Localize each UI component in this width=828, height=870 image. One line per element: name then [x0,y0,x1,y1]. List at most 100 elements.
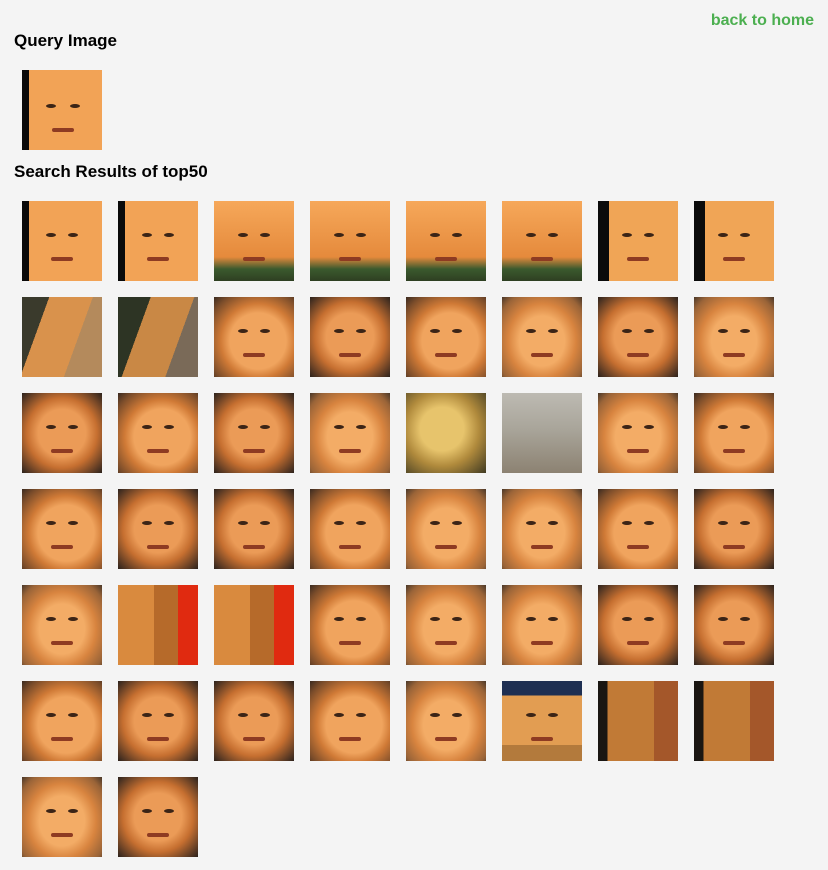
result-thumbnail[interactable] [694,393,774,473]
face-eye [260,521,270,525]
face-eye [452,329,462,333]
face-mouth [147,449,169,453]
face-eye [740,233,750,237]
result-thumbnail[interactable] [118,585,198,665]
result-thumbnail[interactable] [214,585,294,665]
face-eye [430,521,440,525]
result-thumbnail[interactable] [22,489,102,569]
result-thumbnail[interactable] [406,585,486,665]
search-results-heading: Search Results of top50 [14,162,208,181]
face-eye [46,425,56,429]
face-eye [526,617,536,621]
face-eye [142,233,152,237]
result-thumbnail[interactable] [22,777,102,857]
result-thumbnail[interactable] [406,297,486,377]
face-mouth [243,353,265,357]
face-mouth [243,257,265,261]
face-eye [526,329,536,333]
face-mouth [723,353,745,357]
result-thumbnail[interactable] [502,681,582,761]
result-thumbnail[interactable] [694,297,774,377]
result-thumbnail[interactable] [310,585,390,665]
result-thumbnail[interactable] [598,489,678,569]
result-thumbnail[interactable] [310,393,390,473]
result-thumbnail[interactable] [214,297,294,377]
back-to-home-link[interactable]: back to home [711,12,814,30]
face-eye [260,425,270,429]
result-thumbnail[interactable] [22,681,102,761]
result-thumbnail[interactable] [502,297,582,377]
result-thumbnail[interactable] [406,681,486,761]
result-thumbnail[interactable] [22,393,102,473]
face-mouth [627,449,649,453]
face-mouth [51,641,73,645]
result-thumbnail[interactable] [118,777,198,857]
result-thumbnail[interactable] [310,681,390,761]
result-thumbnail[interactable] [598,681,678,761]
face-mouth [627,257,649,261]
face-mouth [339,449,361,453]
face-eye [452,521,462,525]
result-thumbnail[interactable] [118,489,198,569]
result-thumbnail[interactable] [118,201,198,281]
query-image [22,70,102,150]
face-eye [356,521,366,525]
result-thumbnail[interactable] [22,201,102,281]
face-eye [548,329,558,333]
face-eye [356,617,366,621]
result-thumbnail[interactable] [694,681,774,761]
face-eye [334,425,344,429]
result-thumbnail[interactable] [598,201,678,281]
face-eye [164,425,174,429]
result-thumbnail[interactable] [310,489,390,569]
face-eye [526,713,536,717]
face-eye [718,329,728,333]
face-mouth [339,545,361,549]
face-mouth [435,737,457,741]
face-eye [46,809,56,813]
face-eye [334,713,344,717]
face-mouth [723,257,745,261]
face-eye [740,425,750,429]
face-eye [142,425,152,429]
result-thumbnail[interactable] [214,681,294,761]
result-thumbnail[interactable] [502,201,582,281]
face-mouth [531,545,553,549]
result-thumbnail[interactable] [118,297,198,377]
result-thumbnail[interactable] [310,297,390,377]
face-mouth [627,353,649,357]
result-thumbnail[interactable] [214,489,294,569]
face-eye [644,329,654,333]
result-thumbnail[interactable] [598,585,678,665]
face-eye [452,233,462,237]
result-thumbnail[interactable] [22,585,102,665]
face-mouth [435,641,457,645]
face-mouth [51,449,73,453]
result-thumbnail[interactable] [502,585,582,665]
result-thumbnail[interactable] [118,681,198,761]
face-mouth [339,257,361,261]
result-thumbnail[interactable] [694,489,774,569]
result-thumbnail[interactable] [598,297,678,377]
result-thumbnail[interactable] [694,585,774,665]
result-thumbnail[interactable] [406,201,486,281]
result-thumbnail[interactable] [694,201,774,281]
result-thumbnail[interactable] [598,393,678,473]
face-eye [644,617,654,621]
face-mouth [339,353,361,357]
face-eye [334,617,344,621]
face-mouth [339,737,361,741]
result-thumbnail[interactable] [310,201,390,281]
result-thumbnail[interactable] [406,393,486,473]
result-thumbnail[interactable] [214,393,294,473]
face-eye [622,617,632,621]
face-eye [452,713,462,717]
face-mouth [243,545,265,549]
result-thumbnail[interactable] [118,393,198,473]
result-thumbnail[interactable] [22,297,102,377]
result-thumbnail[interactable] [502,393,582,473]
result-thumbnail[interactable] [214,201,294,281]
face-mouth [531,257,553,261]
result-thumbnail[interactable] [502,489,582,569]
result-thumbnail[interactable] [406,489,486,569]
